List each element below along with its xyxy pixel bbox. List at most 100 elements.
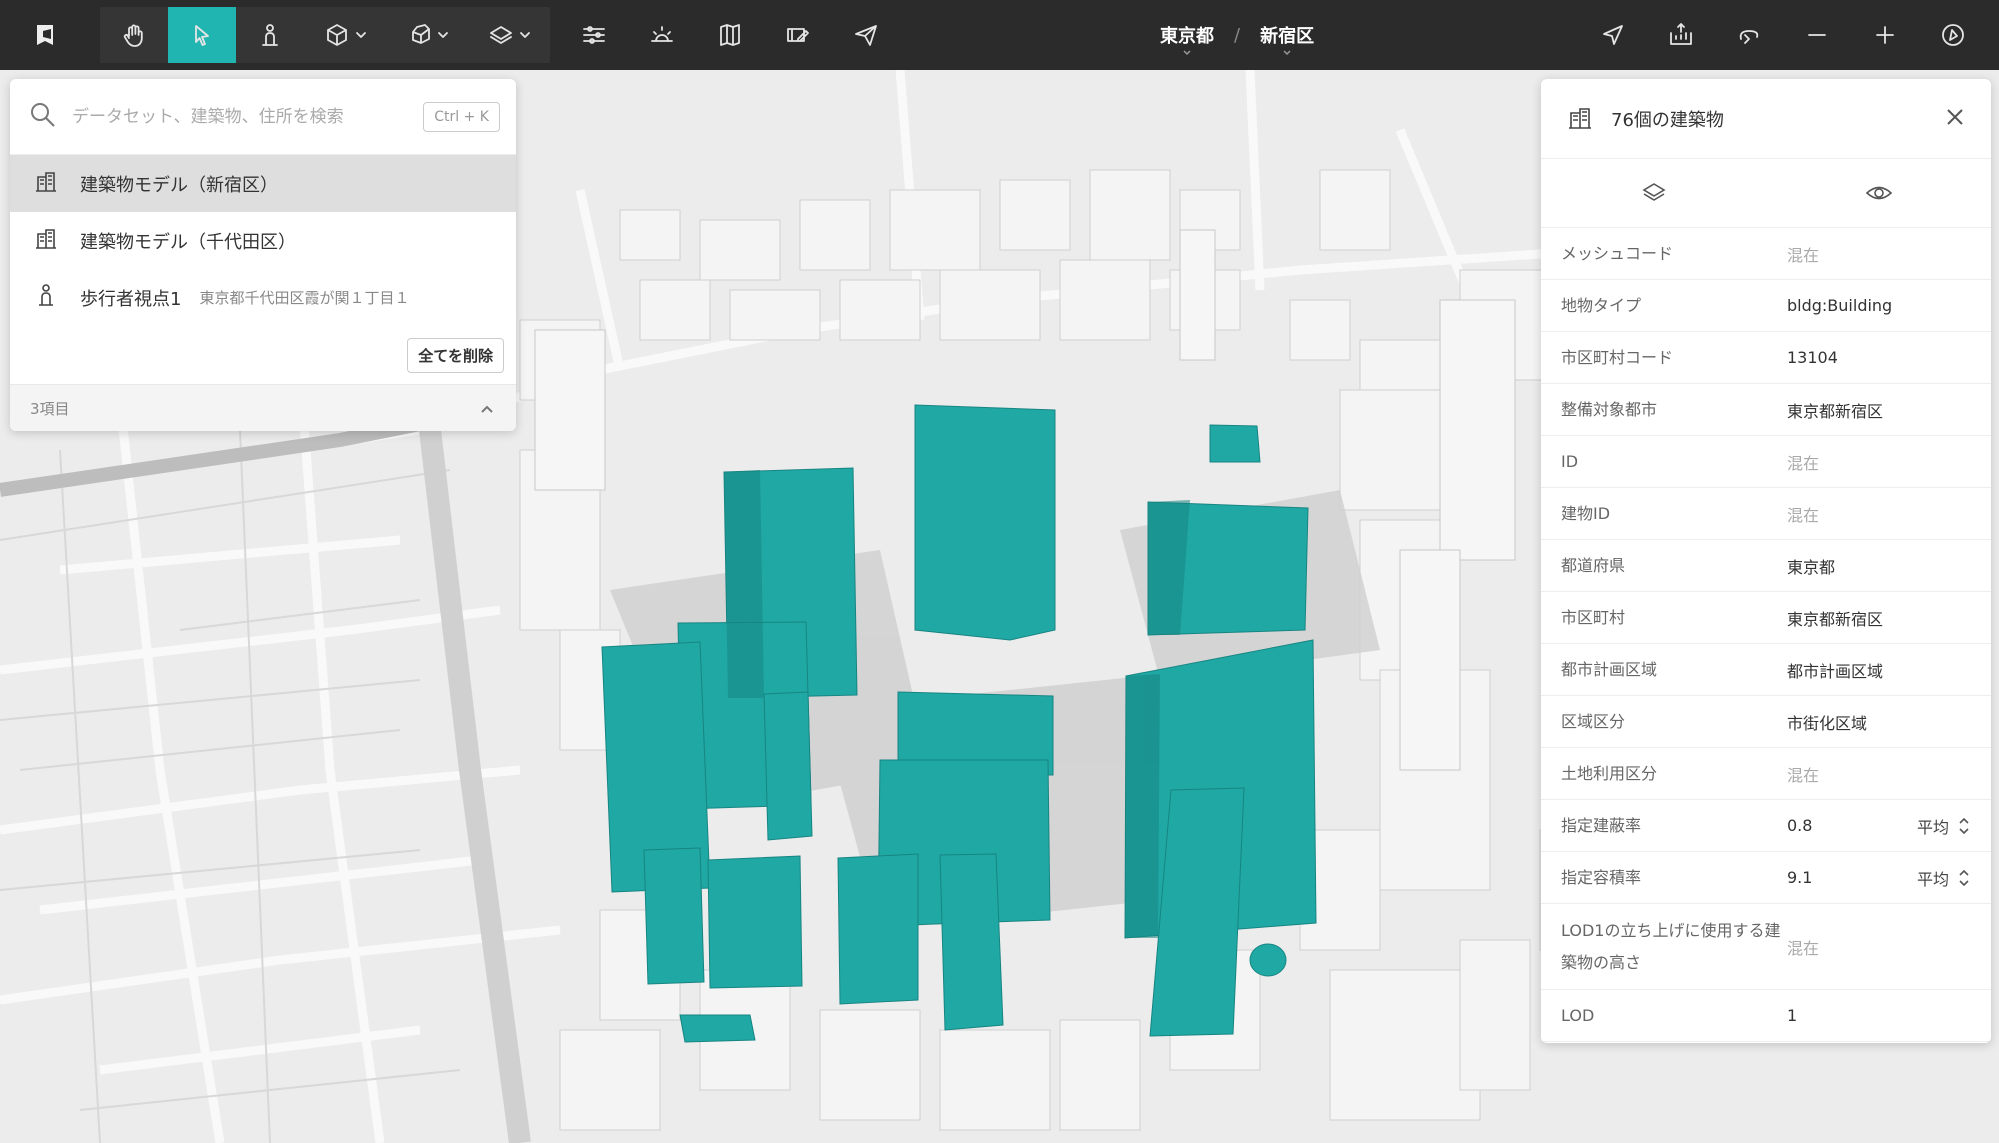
search-result-item[interactable]: 歩行者視点1 東京都千代田区霞が関１丁目１ [10,269,516,326]
layers-icon [490,26,512,44]
search-result-label: 建築物モデル（千代田区） [80,231,296,253]
rotate-view-button[interactable] [1715,7,1783,63]
attribute-row: 地物タイプ bldg:Building [1541,280,1991,332]
attribute-row: 市区町村コード 13104 [1541,332,1991,384]
inspector-panel: 76個の建築物 メッシュコード 混在 地物タイプ bldg:Building 市区町村コ… [1541,79,1991,1043]
attribute-key: 土地利用区分 [1561,763,1658,783]
tool-group [100,7,550,63]
select-arrow-icon [195,25,209,46]
share-button[interactable] [832,7,900,63]
attribute-value: 混在 [1787,245,1820,265]
attribute-row: 土地利用区分 混在 [1541,748,1991,800]
minus-icon [1808,34,1826,36]
attribute-key: LOD [1561,1005,1595,1025]
clear-all-button[interactable]: 全てを削除 [407,337,504,373]
export-button[interactable] [1647,7,1715,63]
search-result-label: 歩行者視点1 [80,288,182,310]
attribute-key: 整備対象都市 [1561,399,1658,419]
attribute-row: ID 混在 [1541,436,1991,488]
attribute-row: メッシュコード 混在 [1541,228,1991,280]
sliders-icon [583,26,605,44]
attribute-value: 混在 [1787,765,1820,785]
result-count-bar[interactable]: 3項目 [10,384,516,431]
attribute-value: 混在 [1787,505,1820,525]
attribute-value: 13104 [1787,348,1838,367]
pedestrian-icon [262,24,278,46]
inspector-header: 76個の建築物 [1541,79,1991,159]
cube-tool-button[interactable] [304,7,386,63]
attribute-value: 東京都新宿区 [1787,401,1884,421]
attribute-value: 都市計画区域 [1787,661,1884,681]
clear-row: 全てを削除 [10,326,516,384]
app-logo-icon[interactable] [14,7,76,63]
inspector-title: 76個の建築物 [1611,109,1724,131]
sun-lighting-button[interactable] [628,7,696,63]
aggregation-select[interactable]: 平均 [1917,866,1971,890]
close-icon [1947,108,1963,125]
attribute-row: 市区町村 東京都新宿区 [1541,592,1991,644]
paper-plane-icon [855,25,877,46]
visibility-button[interactable] [1766,178,1991,208]
attribute-row: LOD 1 [1541,990,1991,1042]
aggregation-label: 平均 [1916,869,1949,889]
aggregation-select[interactable]: 平均 [1917,814,1971,838]
search-result-address: 東京都千代田区霞が関１丁目１ [199,289,410,307]
search-bar: Ctrl + K [10,79,516,155]
hand-tool-button[interactable] [100,7,168,63]
cube-icon [327,24,347,46]
plus-icon [1876,26,1894,44]
extrude-tool-button[interactable] [386,7,468,63]
layers-tool-button[interactable] [468,7,550,63]
top-toolbar: 東京都 / 新宿区 [0,0,1999,70]
search-panel: Ctrl + K 建築物モデル（新宿区） 建築物モデル（千代田区） 歩行者視点1… [10,79,516,431]
chevron-up-icon[interactable] [478,400,496,418]
pedestrian-tool-button[interactable] [236,7,304,63]
breadcrumb-ward[interactable]: 新宿区 [1260,22,1314,56]
chevron-down-icon [1183,50,1191,56]
search-input[interactable] [72,106,424,127]
chevron-down-icon [356,32,366,38]
breadcrumb: 東京都 / 新宿区 [1160,0,1314,70]
inspector-actions [1541,159,1991,228]
attribute-row: 都市計画区域 都市計画区域 [1541,644,1991,696]
attribute-key: メッシュコード [1561,243,1674,263]
story-button[interactable] [764,7,832,63]
export-icon [1670,23,1692,45]
search-result-label: 建築物モデル（新宿区） [80,174,278,196]
attribute-value: bldg:Building [1787,296,1893,315]
attribute-row: LOD1の立ち上げに使用する建築物の高さ 混在 [1541,904,1991,990]
attribute-key: 建物ID [1561,503,1611,523]
chevron-up-down-icon [1959,817,1969,834]
breadcrumb-prefecture[interactable]: 東京都 [1160,22,1214,56]
attribute-key: 都市計画区域 [1561,659,1658,679]
chevron-down-icon [520,32,530,38]
search-icon [28,100,58,134]
sunrise-icon [651,26,673,42]
my-location-button[interactable] [1579,7,1647,63]
attribute-value: 0.8 [1787,816,1813,835]
search-result-item[interactable]: 建築物モデル（新宿区） [10,155,516,212]
zoom-out-button[interactable] [1783,7,1851,63]
extrude-icon [412,24,430,44]
result-count: 3項目 [30,400,70,418]
select-tool-button[interactable] [168,7,236,63]
attribute-key: 市区町村コード [1561,347,1674,367]
eye-icon [1865,186,1892,200]
story-edit-icon [787,28,809,42]
zoom-in-button[interactable] [1851,7,1919,63]
hand-icon [123,24,143,47]
search-result-item[interactable]: 建築物モデル（千代田区） [10,212,516,269]
attribute-row: 指定容積率 9.1 平均 [1541,852,1991,904]
attribute-key: 都道府県 [1561,555,1626,575]
map-style-button[interactable] [696,7,764,63]
settings-sliders-button[interactable] [560,7,628,63]
attribute-key: 市区町村 [1561,607,1626,627]
layer-button[interactable] [1541,178,1766,208]
attribute-row: 建物ID 混在 [1541,488,1991,540]
compass-button[interactable] [1919,7,1987,63]
layers-icon [1641,183,1666,201]
building-dataset-icon [1565,102,1595,136]
close-button[interactable] [1943,105,1967,133]
building-dataset-icon [32,224,60,257]
shortcut-hint: Ctrl + K [423,101,500,132]
